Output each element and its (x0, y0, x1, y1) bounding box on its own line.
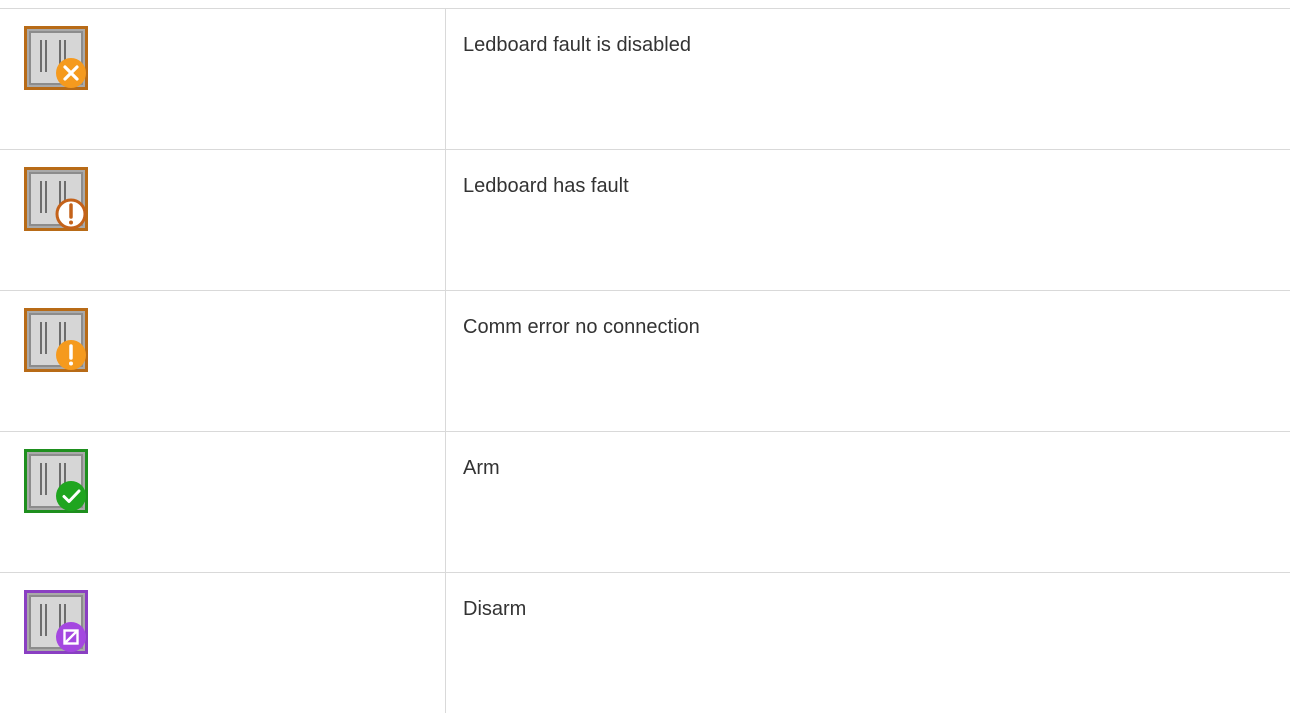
ledboard-fault-disabled-icon (24, 26, 88, 90)
status-description: Comm error no connection (463, 316, 700, 338)
table-row: Ledboard has fault (0, 150, 1290, 291)
ledboard-comm-error-icon (24, 308, 88, 372)
icon-cell (0, 432, 446, 573)
table-row: Arm (0, 432, 1290, 573)
ledboard-disarm-icon (24, 590, 88, 654)
status-description: Ledboard has fault (463, 175, 629, 197)
description-cell: Comm error no connection (446, 291, 1290, 432)
icon-cell (0, 291, 446, 432)
icon-cell (0, 150, 446, 291)
status-description: Disarm (463, 598, 526, 620)
table-row: Comm error no connection (0, 291, 1290, 432)
status-description: Ledboard fault is disabled (463, 34, 691, 56)
table-row: Ledboard fault is disabled (0, 9, 1290, 150)
ledboard-status-legend-table: Ledboard fault is disabled (0, 8, 1290, 713)
description-cell: Ledboard has fault (446, 150, 1290, 291)
ledboard-has-fault-icon (24, 167, 88, 231)
description-cell: Disarm (446, 573, 1290, 713)
description-cell: Ledboard fault is disabled (446, 9, 1290, 150)
icon-cell (0, 573, 446, 713)
description-cell: Arm (446, 432, 1290, 573)
icon-cell (0, 9, 446, 150)
ledboard-arm-icon (24, 449, 88, 513)
table-row: Disarm (0, 573, 1290, 713)
status-description: Arm (463, 457, 500, 479)
